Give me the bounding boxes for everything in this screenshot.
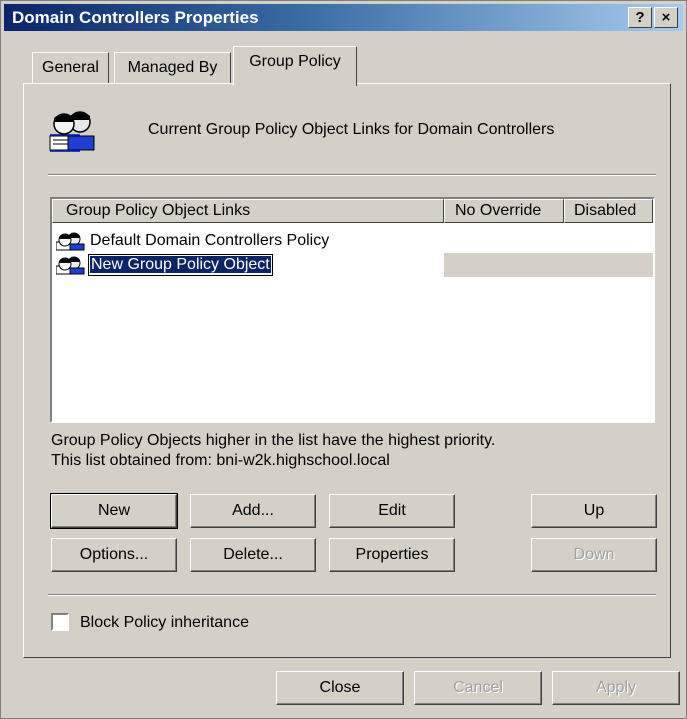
group-policy-panel: Current Group Policy Object Links for Do…	[23, 83, 671, 658]
delete-button[interactable]: Delete...	[190, 538, 316, 572]
add-button[interactable]: Add...	[190, 494, 316, 528]
header-text: Current Group Policy Object Links for Do…	[148, 121, 555, 138]
apply-button: Apply	[552, 671, 680, 705]
priority-info-text: Group Policy Objects higher in the list …	[51, 432, 496, 449]
block-inheritance-checkbox[interactable]	[51, 613, 69, 631]
tab-general[interactable]: General	[32, 52, 109, 86]
new-button[interactable]: New	[50, 493, 178, 529]
list-row[interactable]: Default Domain Controllers Policy	[52, 229, 653, 253]
tab-managed-by[interactable]: Managed By	[114, 52, 231, 86]
properties-button[interactable]: Properties	[329, 538, 455, 572]
gpo-links-list[interactable]: Group Policy Object Links No Override Di…	[50, 197, 655, 423]
column-header-disabled[interactable]: Disabled	[564, 199, 653, 223]
row-selection-highlight	[444, 253, 653, 277]
row-name: New Group Policy Object	[90, 256, 271, 273]
close-window-button[interactable]: ×	[654, 7, 678, 28]
title-bar[interactable]: Domain Controllers Properties ? ×	[4, 4, 683, 31]
down-button: Down	[531, 538, 657, 572]
options-button[interactable]: Options...	[51, 538, 177, 572]
column-header-links[interactable]: Group Policy Object Links	[52, 199, 444, 223]
window-title: Domain Controllers Properties	[12, 8, 259, 27]
block-inheritance-label[interactable]: Block Policy inheritance	[80, 614, 249, 632]
list-row-selected[interactable]: New Group Policy Object	[52, 253, 653, 277]
row-name: Default Domain Controllers Policy	[90, 232, 330, 249]
close-button[interactable]: Close	[276, 671, 404, 705]
help-button[interactable]: ?	[628, 7, 652, 28]
up-button[interactable]: Up	[531, 494, 657, 528]
gpo-icon	[56, 256, 85, 275]
header-divider	[48, 174, 656, 176]
rename-edit-field[interactable]: New Group Policy Object	[88, 254, 273, 276]
edit-button[interactable]: Edit	[329, 494, 455, 528]
gpo-icon	[56, 232, 85, 251]
cancel-button: Cancel	[414, 671, 542, 705]
column-header-no-override[interactable]: No Override	[444, 199, 564, 223]
group-users-icon	[49, 111, 95, 152]
source-info-text: This list obtained from: bni-w2k.highsch…	[51, 452, 390, 469]
tab-group-policy[interactable]: Group Policy	[233, 46, 357, 86]
options-divider	[48, 594, 656, 596]
